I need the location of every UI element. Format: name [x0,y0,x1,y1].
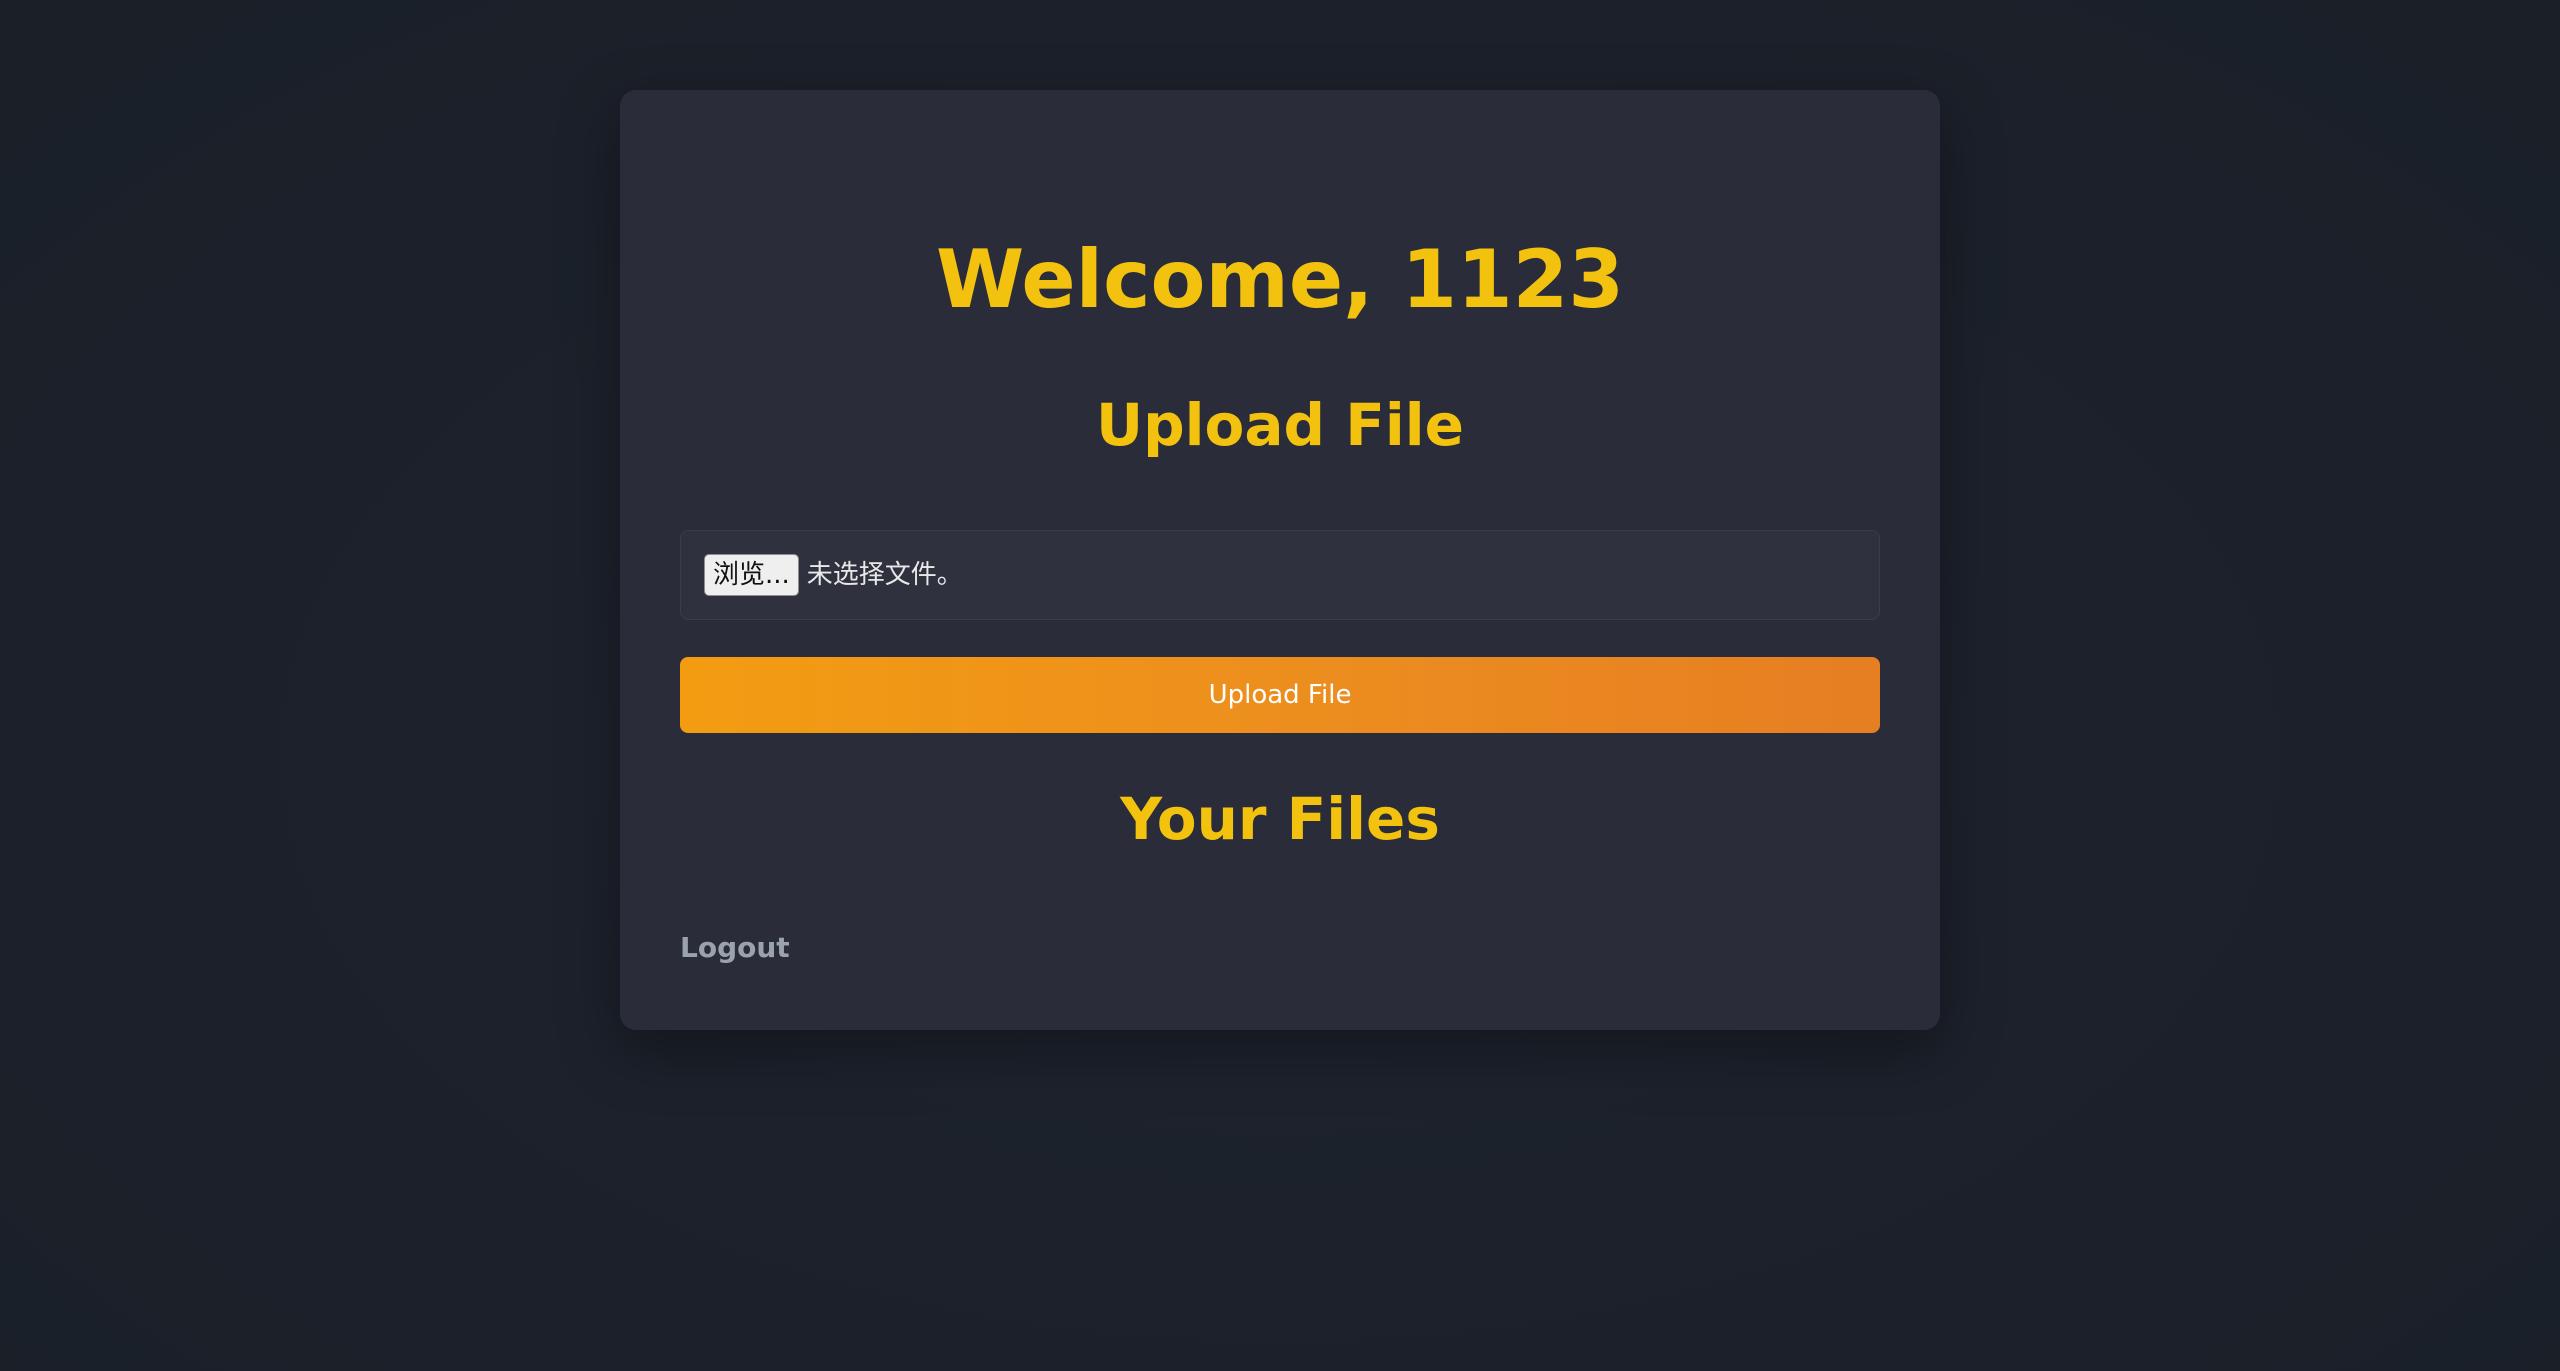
upload-file-button[interactable]: Upload File [680,657,1880,733]
browse-button[interactable]: 浏览... [704,554,799,596]
welcome-heading: Welcome, 1123 [936,233,1624,326]
logout-link[interactable]: Logout [680,928,790,968]
file-input[interactable]: 浏览... 未选择文件。 [680,530,1880,620]
dashboard-card: Welcome, 1123 Upload File 浏览... 未选择文件。 U… [620,90,1940,1030]
no-file-selected-text: 未选择文件。 [806,560,963,590]
upload-file-heading: Upload File [1096,391,1464,459]
your-files-heading: Your Files [1120,785,1440,853]
